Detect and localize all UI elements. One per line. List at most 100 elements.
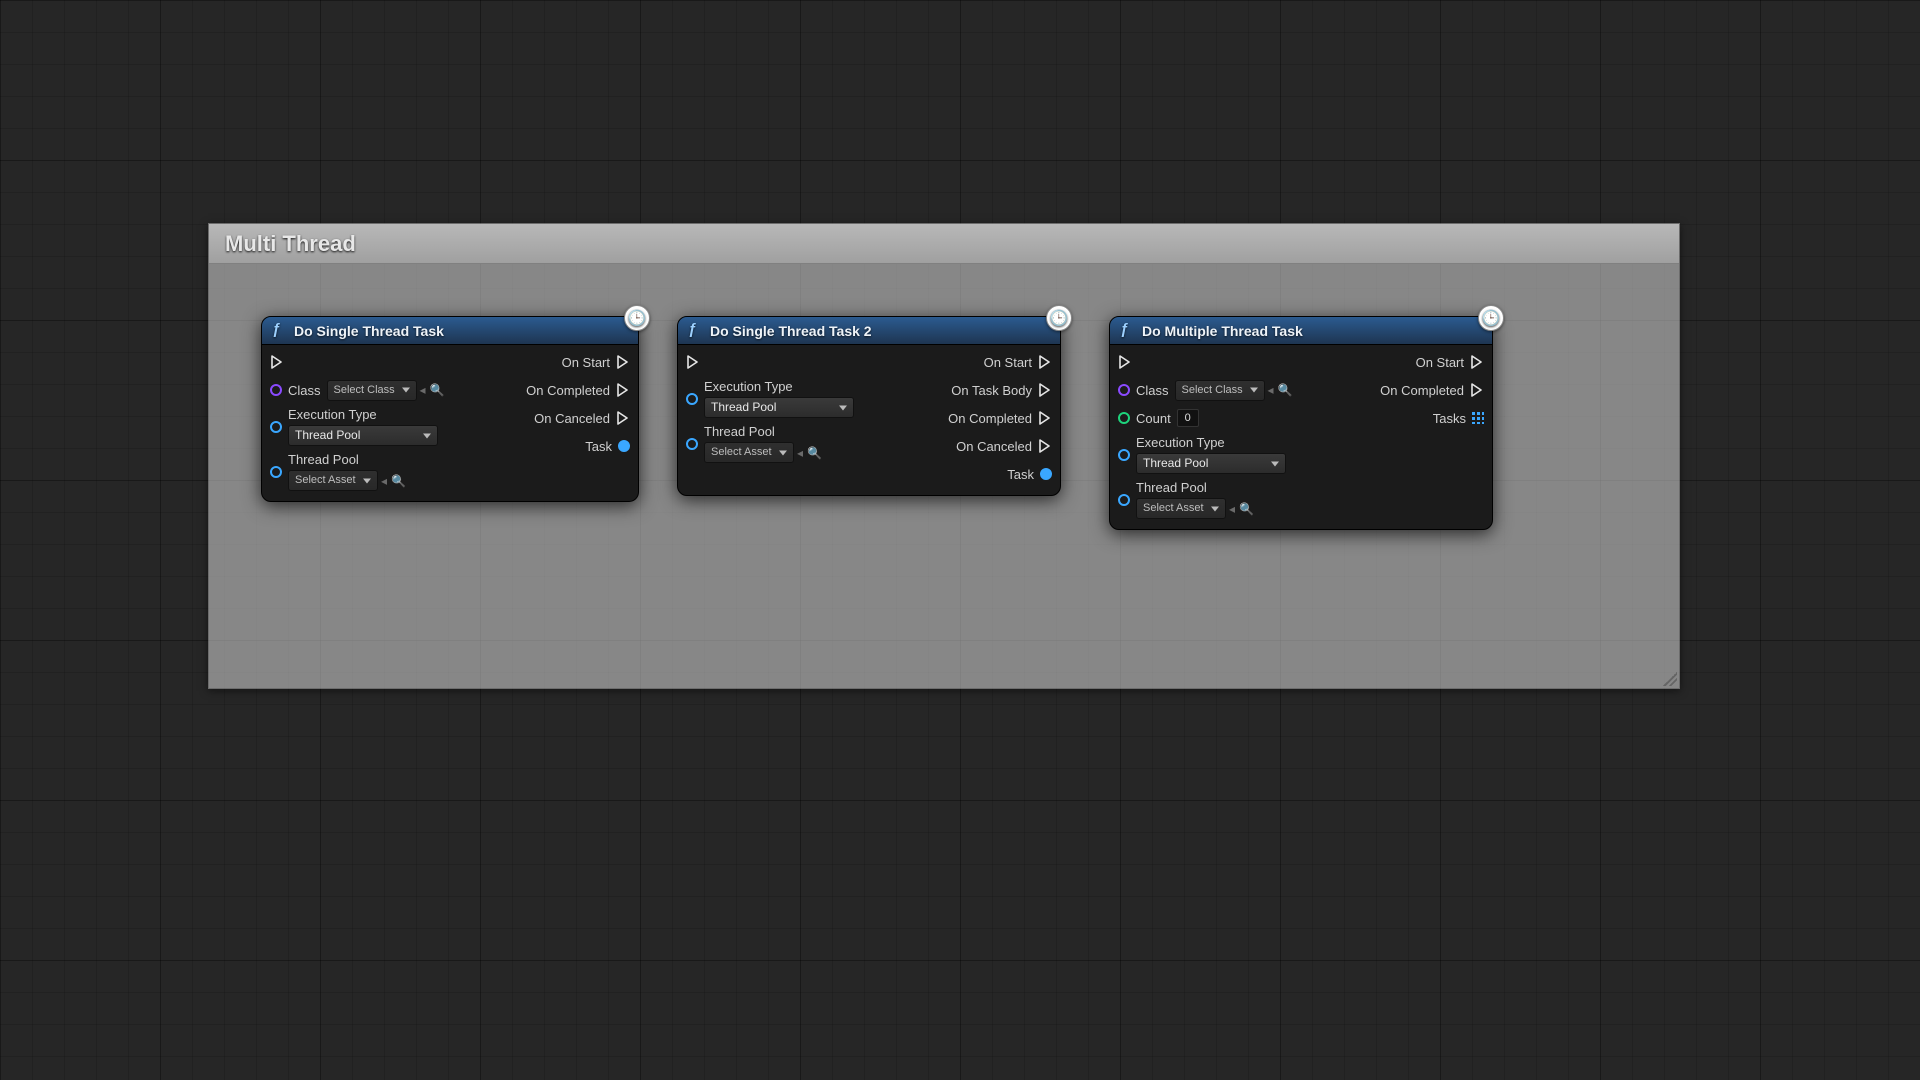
node-header[interactable]: Do Multiple Thread Task 🕒: [1110, 317, 1492, 345]
use-selected-icon[interactable]: ◂: [797, 446, 803, 460]
input-pin[interactable]: Execution Type Thread Pool: [686, 379, 854, 418]
output-pin[interactable]: On Canceled: [534, 407, 630, 429]
comment-header[interactable]: Multi Thread: [209, 224, 1679, 264]
pin-label: On Task Body: [951, 383, 1032, 398]
dropdown-value: Thread Pool: [295, 428, 360, 442]
dropdown[interactable]: Thread Pool: [704, 397, 854, 418]
pin-label: Tasks: [1433, 411, 1466, 426]
output-pin[interactable]: On Start: [984, 351, 1052, 373]
picker-value: Select Class: [334, 384, 395, 396]
pin-label: On Canceled: [534, 411, 610, 426]
pin-label: On Start: [1416, 355, 1464, 370]
exec-pin-icon[interactable]: [1038, 355, 1052, 369]
use-selected-icon[interactable]: ◂: [381, 474, 387, 488]
exec-pin-icon[interactable]: [1038, 411, 1052, 425]
pin-label: Task: [585, 439, 612, 454]
pin-label: On Completed: [948, 411, 1032, 426]
input-pin[interactable]: Execution Type Thread Pool: [1118, 435, 1286, 474]
object-pin-icon[interactable]: [1118, 494, 1130, 506]
picker-value: Select Asset: [711, 446, 772, 458]
function-icon: [1120, 323, 1136, 339]
asset-picker[interactable]: Select Class: [1175, 380, 1265, 401]
blueprint-node[interactable]: Do Single Thread Task 2 🕒 Execution Type…: [677, 316, 1061, 496]
dropdown-value: Thread Pool: [1143, 456, 1208, 470]
input-pin[interactable]: [686, 351, 700, 373]
output-pin[interactable]: On Start: [1416, 351, 1484, 373]
browse-icon[interactable]: 🔍: [430, 383, 445, 397]
object-pin-icon[interactable]: [686, 438, 698, 450]
object-pin-icon[interactable]: [686, 393, 698, 405]
asset-picker[interactable]: Select Asset: [288, 470, 378, 491]
node-header[interactable]: Do Single Thread Task 🕒: [262, 317, 638, 345]
pin-label: Task: [1007, 467, 1034, 482]
node-header[interactable]: Do Single Thread Task 2 🕒: [678, 317, 1060, 345]
use-selected-icon[interactable]: ◂: [1268, 383, 1274, 397]
input-pin[interactable]: Thread Pool Select Asset ◂ 🔍: [686, 424, 822, 463]
exec-pin-icon[interactable]: [1038, 439, 1052, 453]
output-pin[interactable]: On Canceled: [956, 435, 1052, 457]
pin-label: Count: [1136, 411, 1171, 426]
output-pin[interactable]: On Completed: [948, 407, 1052, 429]
class-pin-icon[interactable]: [1118, 384, 1130, 396]
output-pin[interactable]: Task: [1007, 463, 1052, 485]
output-pin[interactable]: Task: [585, 435, 630, 457]
object-pin-icon[interactable]: [1040, 468, 1052, 480]
pin-label: On Start: [562, 355, 610, 370]
pin-label: Class: [288, 383, 321, 398]
class-pin-icon[interactable]: [270, 384, 282, 396]
use-selected-icon[interactable]: ◂: [1229, 502, 1235, 516]
int-value: 0: [1185, 412, 1191, 424]
exec-pin-icon[interactable]: [616, 383, 630, 397]
use-selected-icon[interactable]: ◂: [420, 383, 426, 397]
browse-icon[interactable]: 🔍: [391, 474, 406, 488]
object-pin-icon[interactable]: [1118, 449, 1130, 461]
asset-picker[interactable]: Select Asset: [704, 442, 794, 463]
asset-picker[interactable]: Select Class: [327, 380, 417, 401]
comment-title: Multi Thread: [225, 231, 356, 257]
pin-label: On Completed: [1380, 383, 1464, 398]
picker-value: Select Asset: [295, 474, 356, 486]
node-title: Do Multiple Thread Task: [1142, 323, 1303, 339]
dropdown[interactable]: Thread Pool: [1136, 453, 1286, 474]
input-pin[interactable]: Class Select Class ◂ 🔍: [1118, 379, 1293, 401]
resize-grip[interactable]: [1663, 672, 1677, 686]
output-pin[interactable]: On Start: [562, 351, 630, 373]
exec-pin-icon[interactable]: [1470, 383, 1484, 397]
object-pin-icon[interactable]: [270, 421, 282, 433]
input-pin[interactable]: Class Select Class ◂ 🔍: [270, 379, 445, 401]
exec-pin-icon[interactable]: [686, 355, 700, 369]
input-pin[interactable]: [270, 351, 284, 373]
int-pin-icon[interactable]: [1118, 412, 1130, 424]
exec-pin-icon[interactable]: [616, 411, 630, 425]
asset-picker[interactable]: Select Asset: [1136, 498, 1226, 519]
browse-icon[interactable]: 🔍: [1239, 502, 1254, 516]
blueprint-node[interactable]: Do Multiple Thread Task 🕒 Class Select C…: [1109, 316, 1493, 530]
object-pin-icon[interactable]: [270, 466, 282, 478]
exec-pin-icon[interactable]: [1038, 383, 1052, 397]
input-pin[interactable]: Thread Pool Select Asset ◂ 🔍: [270, 452, 406, 491]
exec-pin-icon[interactable]: [270, 355, 284, 369]
browse-icon[interactable]: 🔍: [807, 446, 822, 460]
browse-icon[interactable]: 🔍: [1278, 383, 1293, 397]
dropdown-value: Thread Pool: [711, 400, 776, 414]
node-title: Do Single Thread Task: [294, 323, 444, 339]
dropdown[interactable]: Thread Pool: [288, 425, 438, 446]
input-pin[interactable]: [1118, 351, 1132, 373]
comment-box[interactable]: Multi Thread Do Single Thread Task 🕒 Cla…: [208, 223, 1680, 689]
input-pin[interactable]: Thread Pool Select Asset ◂ 🔍: [1118, 480, 1254, 519]
output-pin[interactable]: On Task Body: [951, 379, 1052, 401]
blueprint-node[interactable]: Do Single Thread Task 🕒 Class Select Cla…: [261, 316, 639, 502]
pin-label: Thread Pool: [288, 452, 406, 467]
input-pin[interactable]: Count 0: [1118, 407, 1199, 429]
latent-badge-icon: 🕒: [1046, 305, 1072, 331]
output-pin[interactable]: On Completed: [526, 379, 630, 401]
array-pin-icon[interactable]: [1472, 412, 1484, 424]
exec-pin-icon[interactable]: [616, 355, 630, 369]
input-pin[interactable]: Execution Type Thread Pool: [270, 407, 438, 446]
object-pin-icon[interactable]: [618, 440, 630, 452]
exec-pin-icon[interactable]: [1470, 355, 1484, 369]
output-pin[interactable]: On Completed: [1380, 379, 1484, 401]
exec-pin-icon[interactable]: [1118, 355, 1132, 369]
output-pin[interactable]: Tasks: [1433, 407, 1484, 429]
int-input[interactable]: 0: [1177, 409, 1199, 427]
